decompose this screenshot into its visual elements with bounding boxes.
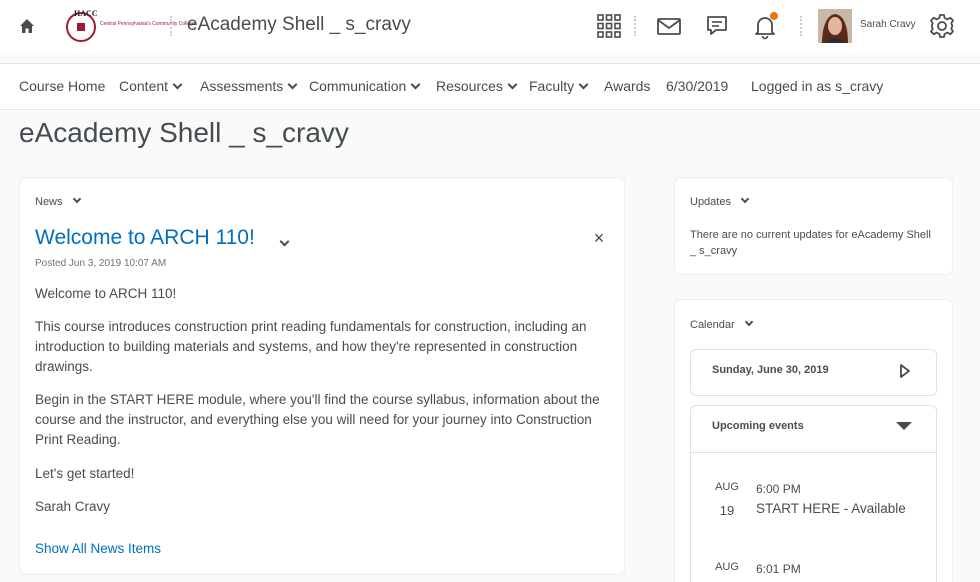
- divider: [800, 16, 802, 36]
- user-name[interactable]: Sarah Cravy: [860, 19, 916, 30]
- gear-icon[interactable]: [928, 12, 956, 40]
- nav-logged-in: Logged in as s_cravy: [751, 78, 884, 94]
- chevron-down-icon: [287, 79, 298, 90]
- news-item-title[interactable]: Welcome to ARCH 110!: [35, 226, 255, 250]
- chevron-down-icon: [410, 79, 421, 90]
- top-bar: HACC Central Pennsylvania's Community Co…: [0, 0, 980, 52]
- play-icon[interactable]: [899, 364, 911, 378]
- page-title: eAcademy Shell _ s_cravy: [19, 117, 349, 148]
- close-icon[interactable]: ×: [591, 229, 607, 247]
- chevron-down-icon: [744, 317, 753, 327]
- avatar[interactable]: [818, 9, 852, 43]
- course-title[interactable]: eAcademy Shell _ s_cravy: [187, 14, 411, 36]
- calendar-widget-header[interactable]: Calendar: [690, 317, 753, 331]
- news-paragraph: Let's get started!: [35, 466, 135, 481]
- chevron-down-icon: [172, 79, 183, 90]
- event-title[interactable]: START HERE - Available: [756, 501, 906, 516]
- logo-subtext: Central Pennsylvania's Community College: [100, 21, 196, 27]
- show-all-news-link[interactable]: Show All News Items: [35, 541, 161, 556]
- chevron-down-icon: [72, 194, 81, 204]
- notification-dot: [770, 12, 778, 20]
- news-paragraph: Welcome to ARCH 110!: [35, 286, 177, 301]
- divider: [691, 452, 936, 453]
- divider: [634, 16, 636, 36]
- nav-awards[interactable]: Awards: [604, 78, 650, 94]
- posted-date: Posted Jun 3, 2019 10:07 AM: [35, 258, 167, 269]
- upcoming-events-label[interactable]: Upcoming events: [712, 420, 804, 432]
- news-paragraph: Begin in the START HERE module, where yo…: [35, 392, 600, 447]
- nav-date: 6/30/2019: [666, 78, 729, 94]
- event-time: 6:01 PM: [756, 562, 801, 576]
- chevron-down-icon: [578, 79, 589, 90]
- caret-down-icon[interactable]: [896, 422, 912, 430]
- course-navbar: Course Home Content Assessments Communic…: [0, 63, 980, 110]
- chevron-down-icon: [507, 79, 518, 90]
- news-paragraph: This course introduces construction prin…: [35, 319, 587, 374]
- updates-message: There are no current updates for eAcadem…: [690, 229, 931, 257]
- news-widget-header[interactable]: News: [35, 194, 81, 208]
- news-signature: Sarah Cravy: [35, 499, 111, 514]
- nav-communication[interactable]: Communication: [309, 78, 421, 94]
- calendar-date: Sunday, June 30, 2019: [712, 364, 829, 376]
- event-month: AUG: [715, 481, 739, 493]
- mail-icon[interactable]: [655, 12, 683, 40]
- event-time: 6:00 PM: [756, 482, 801, 496]
- nav-faculty[interactable]: Faculty: [529, 78, 589, 94]
- nav-course-home[interactable]: Course Home: [19, 78, 105, 94]
- nav-content[interactable]: Content: [119, 78, 183, 94]
- grid-icon[interactable]: [595, 12, 623, 40]
- institution-logo[interactable]: HACC Central Pennsylvania's Community Co…: [66, 9, 196, 43]
- event-day: 19: [719, 503, 735, 518]
- chat-icon[interactable]: [703, 12, 731, 40]
- updates-widget: [674, 177, 953, 275]
- event-month: AUG: [715, 561, 739, 573]
- chevron-down-icon: [740, 194, 750, 204]
- divider: [170, 16, 172, 36]
- logo-title: HACC: [74, 9, 98, 18]
- updates-widget-header[interactable]: Updates: [690, 194, 750, 208]
- nav-assessments[interactable]: Assessments: [200, 78, 298, 94]
- home-icon[interactable]: [18, 17, 36, 35]
- nav-resources[interactable]: Resources: [436, 78, 518, 94]
